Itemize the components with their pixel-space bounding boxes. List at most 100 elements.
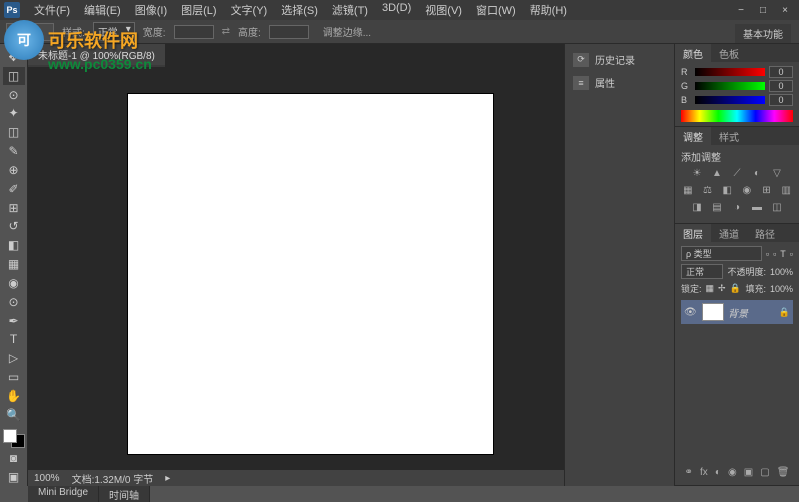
new-fill-icon[interactable]: ◉ [728,467,737,478]
tab-paths[interactable]: 路径 [747,224,783,242]
balance-icon[interactable]: ⚖ [701,185,715,199]
marquee-tool[interactable]: ◫ [3,67,25,85]
menu-file[interactable]: 文件(F) [28,0,76,20]
selective-icon[interactable]: ◫ [770,202,784,216]
healing-tool[interactable]: ⊕ [3,161,25,179]
opacity-value[interactable]: 100% [770,267,793,277]
menu-3d[interactable]: 3D(D) [376,0,417,20]
tab-color[interactable]: 颜色 [675,44,711,62]
hue-icon[interactable]: ▦ [681,185,695,199]
menu-layer[interactable]: 图层(L) [175,0,222,20]
path-tool[interactable]: ▷ [3,349,25,367]
threshold-icon[interactable]: ◑ [730,202,744,216]
visibility-icon[interactable]: 👁 [684,307,698,318]
menu-filter[interactable]: 滤镜(T) [326,0,374,20]
eraser-tool[interactable]: ◧ [3,236,25,254]
blur-tool[interactable]: ◉ [3,274,25,292]
tab-channels[interactable]: 通道 [711,224,747,242]
delete-layer-icon[interactable]: 🗑 [777,467,790,478]
b-value[interactable]: 0 [769,94,793,106]
zoom-tool[interactable]: 🔍 [3,406,25,424]
g-slider[interactable] [695,82,765,90]
layer-background[interactable]: 👁 背景 🔒 [681,300,793,324]
r-value[interactable]: 0 [769,66,793,78]
filter-icon[interactable]: ▫ [790,249,793,259]
properties-panel-toggle[interactable]: ≡ 属性 [569,71,670,94]
exposure-icon[interactable]: ◐ [750,168,764,182]
minimize-button[interactable]: − [731,3,751,17]
filter-icon[interactable]: ▫ [773,249,776,259]
foreground-swatch[interactable] [3,429,17,443]
tab-adjustments[interactable]: 调整 [675,127,711,145]
stamp-tool[interactable]: ⊞ [3,199,25,217]
swap-icon[interactable]: ⇄ [222,26,230,37]
height-input[interactable] [269,25,309,39]
close-button[interactable]: × [775,3,795,17]
move-tool[interactable]: ✥ [3,48,25,66]
tab-layers[interactable]: 图层 [675,224,711,242]
layer-name[interactable]: 背景 [728,305,775,320]
link-layers-icon[interactable]: ⚭ [685,467,693,478]
menu-select[interactable]: 选择(S) [275,0,324,20]
zoom-level[interactable]: 100% [34,473,60,484]
tool-preset-icon[interactable] [6,23,26,41]
lock-all-icon[interactable]: 🔒 [730,283,741,294]
pen-tool[interactable]: ✒ [3,312,25,330]
lasso-tool[interactable]: ⊙ [3,86,25,104]
filter-icon[interactable]: T [780,249,786,259]
new-layer-icon[interactable]: ▢ [760,467,769,478]
bw-icon[interactable]: ◧ [720,185,734,199]
tab-styles[interactable]: 样式 [711,127,747,145]
canvas[interactable] [128,94,493,454]
filter-icon[interactable]: ▫ [766,249,769,259]
width-input[interactable] [174,25,214,39]
quickmask-toggle[interactable]: ◙ [3,449,25,467]
menu-window[interactable]: 窗口(W) [470,0,522,20]
menu-view[interactable]: 视图(V) [419,0,468,20]
brightness-icon[interactable]: ☀ [690,168,704,182]
color-swatches[interactable] [3,429,25,449]
gradient-tool[interactable]: ▦ [3,255,25,273]
tab-minibridge[interactable]: Mini Bridge [28,486,99,502]
curves-icon[interactable]: ⟋ [730,168,744,182]
shape-tool[interactable]: ▭ [3,368,25,386]
refine-edge-button[interactable]: 调整边缘... [317,23,377,40]
screenmode-toggle[interactable]: ▣ [3,468,25,486]
marquee-mode-icon[interactable] [34,23,54,41]
hand-tool[interactable]: ✋ [3,387,25,405]
history-panel-toggle[interactable]: ⟳ 历史记录 [569,48,670,71]
mixer-icon[interactable]: ⊞ [760,185,774,199]
tab-timeline[interactable]: 时间轴 [99,486,150,502]
layer-thumbnail[interactable] [702,303,724,321]
info-chevron-icon[interactable]: ▸ [165,473,170,484]
workspace-switcher[interactable]: 基本功能 [735,24,791,43]
b-slider[interactable] [695,96,765,104]
color-spectrum[interactable] [681,110,793,122]
invert-icon[interactable]: ◨ [690,202,704,216]
photofilter-icon[interactable]: ◉ [740,185,754,199]
gradient-map-icon[interactable]: ▬ [750,202,764,216]
document-tab[interactable]: 未标题-1 @ 100%(RGB/8) [28,44,165,67]
lookup-icon[interactable]: ▥ [779,185,793,199]
lock-pixels-icon[interactable]: ▦ [706,283,715,294]
type-tool[interactable]: T [3,330,25,348]
menu-edit[interactable]: 编辑(E) [78,0,127,20]
menu-image[interactable]: 图像(I) [129,0,173,20]
posterize-icon[interactable]: ▤ [710,202,724,216]
levels-icon[interactable]: ▲ [710,168,724,182]
vibrance-icon[interactable]: ▽ [770,168,784,182]
new-group-icon[interactable]: ▣ [744,467,753,478]
lock-position-icon[interactable]: ✢ [718,283,726,294]
eyedropper-tool[interactable]: ✎ [3,142,25,160]
crop-tool[interactable]: ◫ [3,123,25,141]
layer-fx-icon[interactable]: fx [700,467,708,478]
fill-value[interactable]: 100% [770,284,793,294]
menu-help[interactable]: 帮助(H) [524,0,573,20]
history-brush-tool[interactable]: ↺ [3,217,25,235]
maximize-button[interactable]: □ [753,3,773,17]
wand-tool[interactable]: ✦ [3,104,25,122]
mode-select[interactable]: 正常 [93,22,135,41]
r-slider[interactable] [695,68,765,76]
menu-type[interactable]: 文字(Y) [225,0,274,20]
layer-kind-filter[interactable]: ρ 类型 [681,246,762,261]
